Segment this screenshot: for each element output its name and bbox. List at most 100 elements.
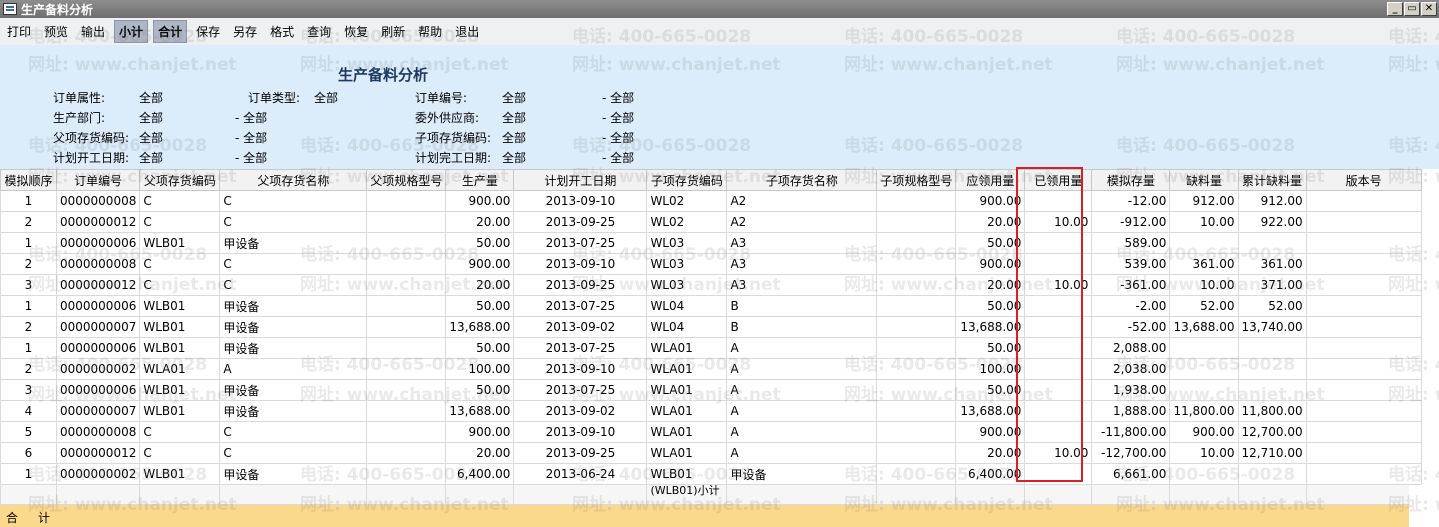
table-cell: C <box>139 253 221 275</box>
table-cell <box>1305 337 1422 359</box>
column-header[interactable]: 模拟存量 <box>1091 169 1171 191</box>
table-cell: 52.00 <box>1237 295 1307 317</box>
toolbar-button[interactable]: 预览 <box>40 21 72 42</box>
toolbar-button[interactable]: 合计 <box>153 20 188 43</box>
restore-button[interactable]: ▭ <box>1404 2 1420 16</box>
minimize-button[interactable]: _ <box>1387 2 1403 16</box>
table-cell: -361.00 <box>1091 274 1171 296</box>
column-header[interactable]: 计划开工日期 <box>513 169 648 191</box>
table-cell: 1 <box>0 337 57 359</box>
toolbar-button[interactable]: 打印 <box>3 21 35 42</box>
table-cell: 6,400.00 <box>955 463 1026 485</box>
table-cell: WLB01 <box>139 316 221 338</box>
table-cell: 13,688.00 <box>955 316 1026 338</box>
column-header[interactable]: 父项规格型号 <box>366 169 447 191</box>
filter-dept-to: - 全部 <box>235 111 268 125</box>
table-row[interactable]: 3 0000000006 WLB01 甲设备 50.00 2013-07-25 WLA01 A… <box>0 379 1422 401</box>
table-cell <box>1237 358 1307 380</box>
table-cell: 539.00 <box>1091 253 1171 275</box>
column-header[interactable]: 父项存货名称 <box>219 169 368 191</box>
toolbar-button[interactable]: 恢复 <box>340 21 372 42</box>
table-cell: WLA01 <box>139 358 221 380</box>
filter-supplier-label: 委外供应商: <box>415 111 480 125</box>
table-cell <box>366 295 447 317</box>
table-cell: C <box>139 190 221 212</box>
table-cell <box>366 421 447 443</box>
column-header[interactable]: 子项存货编码 <box>646 169 728 191</box>
table-cell: 4 <box>0 400 57 422</box>
toolbar-button[interactable]: 格式 <box>266 21 298 42</box>
toolbar-button[interactable]: 刷新 <box>377 21 409 42</box>
table-cell <box>876 316 957 338</box>
table-cell: 361.00 <box>1169 253 1239 275</box>
table-cell: WL03 <box>646 253 728 275</box>
table-row[interactable]: 2 0000000012 C C 20.00 2013-09-25 WL02 A2 20.00 1… <box>0 211 1422 233</box>
table-cell <box>876 421 957 443</box>
filter-order-attr-value: 全部 <box>139 91 164 105</box>
table-cell <box>1169 337 1239 359</box>
table-cell: C <box>219 253 368 275</box>
column-header[interactable]: 生产量 <box>445 169 515 191</box>
table-row[interactable]: 4 0000000007 WLB01 甲设备 13,688.00 2013-09-02 WL… <box>0 400 1422 422</box>
table-row[interactable]: 5 0000000008 C C 900.00 2013-09-10 WLA01 A 900.0… <box>0 421 1422 443</box>
column-header[interactable]: 模拟顺序 <box>0 169 57 191</box>
column-header[interactable]: 订单编号 <box>55 169 141 191</box>
column-header[interactable]: 应领用量 <box>955 169 1026 191</box>
toolbar-button[interactable]: 帮助 <box>414 21 446 42</box>
filter-dept-label: 生产部门: <box>53 111 106 125</box>
column-header[interactable]: 缺料量 <box>1169 169 1239 191</box>
column-header[interactable]: 版本号 <box>1305 169 1422 191</box>
filter-child-code-to: - 全部 <box>602 131 635 145</box>
table-cell <box>876 400 957 422</box>
table-cell: 甲设备 <box>219 295 368 317</box>
toolbar-button[interactable]: 另存 <box>229 21 261 42</box>
table-cell <box>1305 190 1422 212</box>
table-row[interactable]: 2 0000000002 WLA01 A 100.00 2013-09-10 WLA01 A 1… <box>0 358 1422 380</box>
toolbar-button[interactable]: 查询 <box>303 21 335 42</box>
table-cell <box>876 463 957 485</box>
table-cell <box>366 400 447 422</box>
table-cell: 900.00 <box>445 190 515 212</box>
table-cell: WLA01 <box>646 400 728 422</box>
toolbar-button[interactable]: 输出 <box>77 21 109 42</box>
table-row[interactable]: 3 0000000012 C C 20.00 2013-09-25 WL03 A3 20.00 1… <box>0 274 1422 296</box>
toolbar-button[interactable]: 保存 <box>192 21 224 42</box>
table-row[interactable]: 1 0000000008 C C 900.00 2013-09-10 WL02 A2 900.0… <box>0 190 1422 212</box>
column-header[interactable]: 父项存货编码 <box>139 169 221 191</box>
table-cell: 900.00 <box>955 253 1026 275</box>
table-row[interactable]: 2 0000000008 C C 900.00 2013-09-10 WL03 A3 900.0… <box>0 253 1422 275</box>
table-cell: B <box>726 316 878 338</box>
table-cell: 589.00 <box>1091 232 1171 254</box>
table-cell: WL03 <box>646 232 728 254</box>
filter-start-label: 计划开工日期: <box>53 151 130 165</box>
table-row[interactable]: 1 0000000002 WLB01 甲设备 6,400.00 2013-06-24 WLB… <box>0 463 1422 485</box>
table-cell <box>1237 337 1307 359</box>
table-cell: 2 <box>0 316 57 338</box>
table-cell <box>876 337 957 359</box>
close-button[interactable]: ✕ <box>1421 2 1437 16</box>
table-row[interactable]: 1 0000000006 WLB01 甲设备 50.00 2013-07-25 WLA01 A… <box>0 337 1422 359</box>
table-cell <box>876 442 957 464</box>
table-cell <box>1305 232 1422 254</box>
table-cell: 0000000012 <box>55 442 141 464</box>
toolbar-button[interactable]: 小计 <box>114 20 149 43</box>
table-cell: 13,740.00 <box>1237 316 1307 338</box>
column-header[interactable]: 累计缺料量 <box>1237 169 1307 191</box>
table-row[interactable]: 1 0000000006 WLB01 甲设备 50.00 2013-07-25 WL03 A3… <box>0 232 1422 254</box>
table-row[interactable]: 1 0000000006 WLB01 甲设备 50.00 2013-07-25 WL04 B 5… <box>0 295 1422 317</box>
table-cell: WL02 <box>646 211 728 233</box>
table-cell: WLB01 <box>139 295 221 317</box>
column-header[interactable]: 子项存货名称 <box>726 169 878 191</box>
table-cell: 50.00 <box>445 295 515 317</box>
table-cell <box>1305 421 1422 443</box>
column-header[interactable]: 子项规格型号 <box>876 169 957 191</box>
table-row[interactable]: 6 0000000012 C C 20.00 2013-09-25 WLA01 A 20.00 1… <box>0 442 1422 464</box>
toolbar-button[interactable]: 退出 <box>451 21 483 42</box>
table-cell <box>1305 295 1422 317</box>
table-cell: 912.00 <box>1237 190 1307 212</box>
filter-order-no-from: 全部 <box>502 91 527 105</box>
table-cell: A3 <box>726 274 878 296</box>
filter-dept-from: 全部 <box>139 111 164 125</box>
table-cell: 50.00 <box>445 379 515 401</box>
table-row[interactable]: 2 0000000007 WLB01 甲设备 13,688.00 2013-09-02 WL… <box>0 316 1422 338</box>
